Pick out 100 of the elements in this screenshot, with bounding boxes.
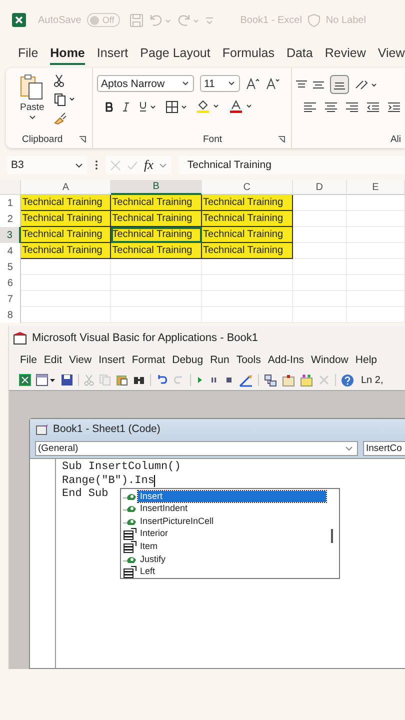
fill-color-icon[interactable]: [197, 100, 221, 113]
paste-icon[interactable]: [116, 374, 128, 386]
project-explorer-icon[interactable]: [264, 374, 277, 386]
table-cell[interactable]: [21, 307, 112, 323]
excel-view-icon[interactable]: [19, 374, 31, 386]
column-header[interactable]: D: [292, 180, 347, 195]
table-cell[interactable]: [202, 259, 293, 275]
increase-indent-icon[interactable]: [388, 102, 400, 112]
dialog-launcher-icon[interactable]: [79, 136, 86, 142]
table-cell[interactable]: Technical Training: [21, 243, 112, 259]
align-top-icon[interactable]: [296, 80, 307, 90]
dialog-launcher-icon[interactable]: [278, 136, 285, 142]
insert-function-button[interactable]: fx: [144, 157, 154, 173]
table-cell[interactable]: [21, 259, 112, 275]
run-icon[interactable]: [196, 375, 204, 385]
table-cell[interactable]: [292, 227, 347, 243]
help-icon[interactable]: [341, 374, 354, 386]
underline-icon[interactable]: [139, 101, 157, 112]
column-header[interactable]: B: [111, 180, 202, 195]
table-cell[interactable]: Technical Training: [202, 243, 293, 259]
table-cell[interactable]: Technical Training: [111, 243, 202, 259]
ribbon-tab[interactable]: View: [378, 44, 405, 64]
procedure-dropdown[interactable]: InsertCo: [363, 441, 405, 456]
stop-icon[interactable]: [224, 375, 234, 385]
table-cell[interactable]: [292, 259, 347, 275]
table-cell[interactable]: [111, 259, 202, 275]
name-box[interactable]: B3: [7, 156, 87, 174]
autocomplete-item[interactable]: Justify: [138, 554, 168, 566]
object-dropdown[interactable]: (General): [35, 441, 358, 456]
save-icon[interactable]: [61, 374, 73, 386]
paste-icon[interactable]: [20, 74, 44, 100]
redo-icon[interactable]: [173, 374, 185, 386]
properties-icon[interactable]: [282, 374, 295, 386]
ribbon-tab[interactable]: Data: [286, 44, 313, 64]
table-cell[interactable]: Technical Training: [21, 195, 112, 211]
redo-icon[interactable]: [177, 14, 200, 26]
row-header[interactable]: 3: [0, 227, 22, 243]
orientation-icon[interactable]: [355, 78, 379, 90]
align-right-icon[interactable]: [346, 102, 358, 112]
table-cell[interactable]: Technical Training: [21, 227, 112, 243]
insert-form-icon[interactable]: [36, 374, 56, 386]
caret-icon[interactable]: [28, 115, 36, 120]
table-cell[interactable]: [346, 195, 405, 211]
table-cell[interactable]: [21, 291, 112, 307]
menu-item[interactable]: Help: [355, 354, 378, 366]
table-cell[interactable]: [292, 243, 347, 259]
menu-item[interactable]: File: [20, 354, 37, 366]
column-header[interactable]: A: [21, 180, 112, 195]
column-header[interactable]: E: [346, 180, 405, 195]
enter-icon[interactable]: [127, 160, 138, 170]
ribbon-tab[interactable]: Formulas: [222, 44, 274, 64]
shield-icon[interactable]: [308, 14, 320, 26]
decrease-indent-icon[interactable]: [367, 102, 379, 112]
more-icon[interactable]: [95, 160, 98, 170]
autocomplete-item[interactable]: Left: [138, 566, 158, 578]
find-icon[interactable]: [133, 374, 145, 386]
table-cell[interactable]: Technical Training: [111, 211, 202, 227]
cut-icon[interactable]: [54, 74, 64, 87]
table-cell[interactable]: Technical Training: [111, 195, 202, 211]
menu-item[interactable]: Insert: [98, 354, 125, 366]
copy-icon[interactable]: [54, 93, 76, 106]
paste-label[interactable]: Paste: [20, 102, 44, 113]
toolbox-icon[interactable]: [318, 374, 330, 386]
autocomplete-item[interactable]: Item: [138, 540, 160, 552]
menu-item[interactable]: Format: [132, 354, 166, 366]
design-mode-icon[interactable]: [239, 374, 253, 386]
autocomplete-item[interactable]: Interior: [138, 528, 170, 540]
menu-item[interactable]: Tools: [236, 354, 261, 366]
cancel-icon[interactable]: [110, 160, 121, 170]
decrease-font-size-icon[interactable]: [266, 78, 280, 90]
pause-icon[interactable]: [209, 375, 219, 385]
undo-icon[interactable]: [156, 374, 168, 386]
ribbon-tab[interactable]: Review: [324, 44, 366, 64]
menu-item[interactable]: Add-Ins: [268, 354, 304, 366]
table-cell[interactable]: Technical Training: [111, 227, 202, 243]
bold-icon[interactable]: [105, 102, 113, 112]
table-cell[interactable]: Technical Training: [202, 195, 293, 211]
font-color-icon[interactable]: [230, 100, 254, 113]
table-cell[interactable]: Technical Training: [202, 211, 293, 227]
align-middle-icon[interactable]: [313, 80, 324, 90]
customize-icon[interactable]: [205, 16, 214, 24]
italic-icon[interactable]: [122, 102, 130, 112]
ribbon-tab[interactable]: File: [18, 44, 38, 64]
ribbon-tab[interactable]: Home: [50, 44, 85, 64]
ribbon-tab[interactable]: Insert: [96, 44, 128, 64]
select-all-corner[interactable]: [0, 180, 22, 195]
menu-item[interactable]: Window: [311, 354, 348, 366]
scrollbar-thumb[interactable]: [331, 529, 333, 543]
object-browser-icon[interactable]: [300, 374, 313, 386]
autocomplete-item[interactable]: Insert: [138, 490, 326, 502]
ribbon-tab[interactable]: Page Layout: [140, 44, 210, 64]
align-bottom-icon[interactable]: [330, 75, 349, 94]
menu-item[interactable]: Debug: [172, 354, 204, 366]
menu-item[interactable]: View: [69, 354, 92, 366]
increase-font-size-icon[interactable]: [246, 78, 260, 90]
autocomplete-item[interactable]: InsertPictureInCell: [138, 516, 216, 528]
borders-icon[interactable]: [166, 100, 188, 112]
menu-item[interactable]: Edit: [44, 354, 62, 366]
align-center-icon[interactable]: [325, 102, 337, 112]
formula-input[interactable]: Technical Training: [179, 156, 405, 174]
